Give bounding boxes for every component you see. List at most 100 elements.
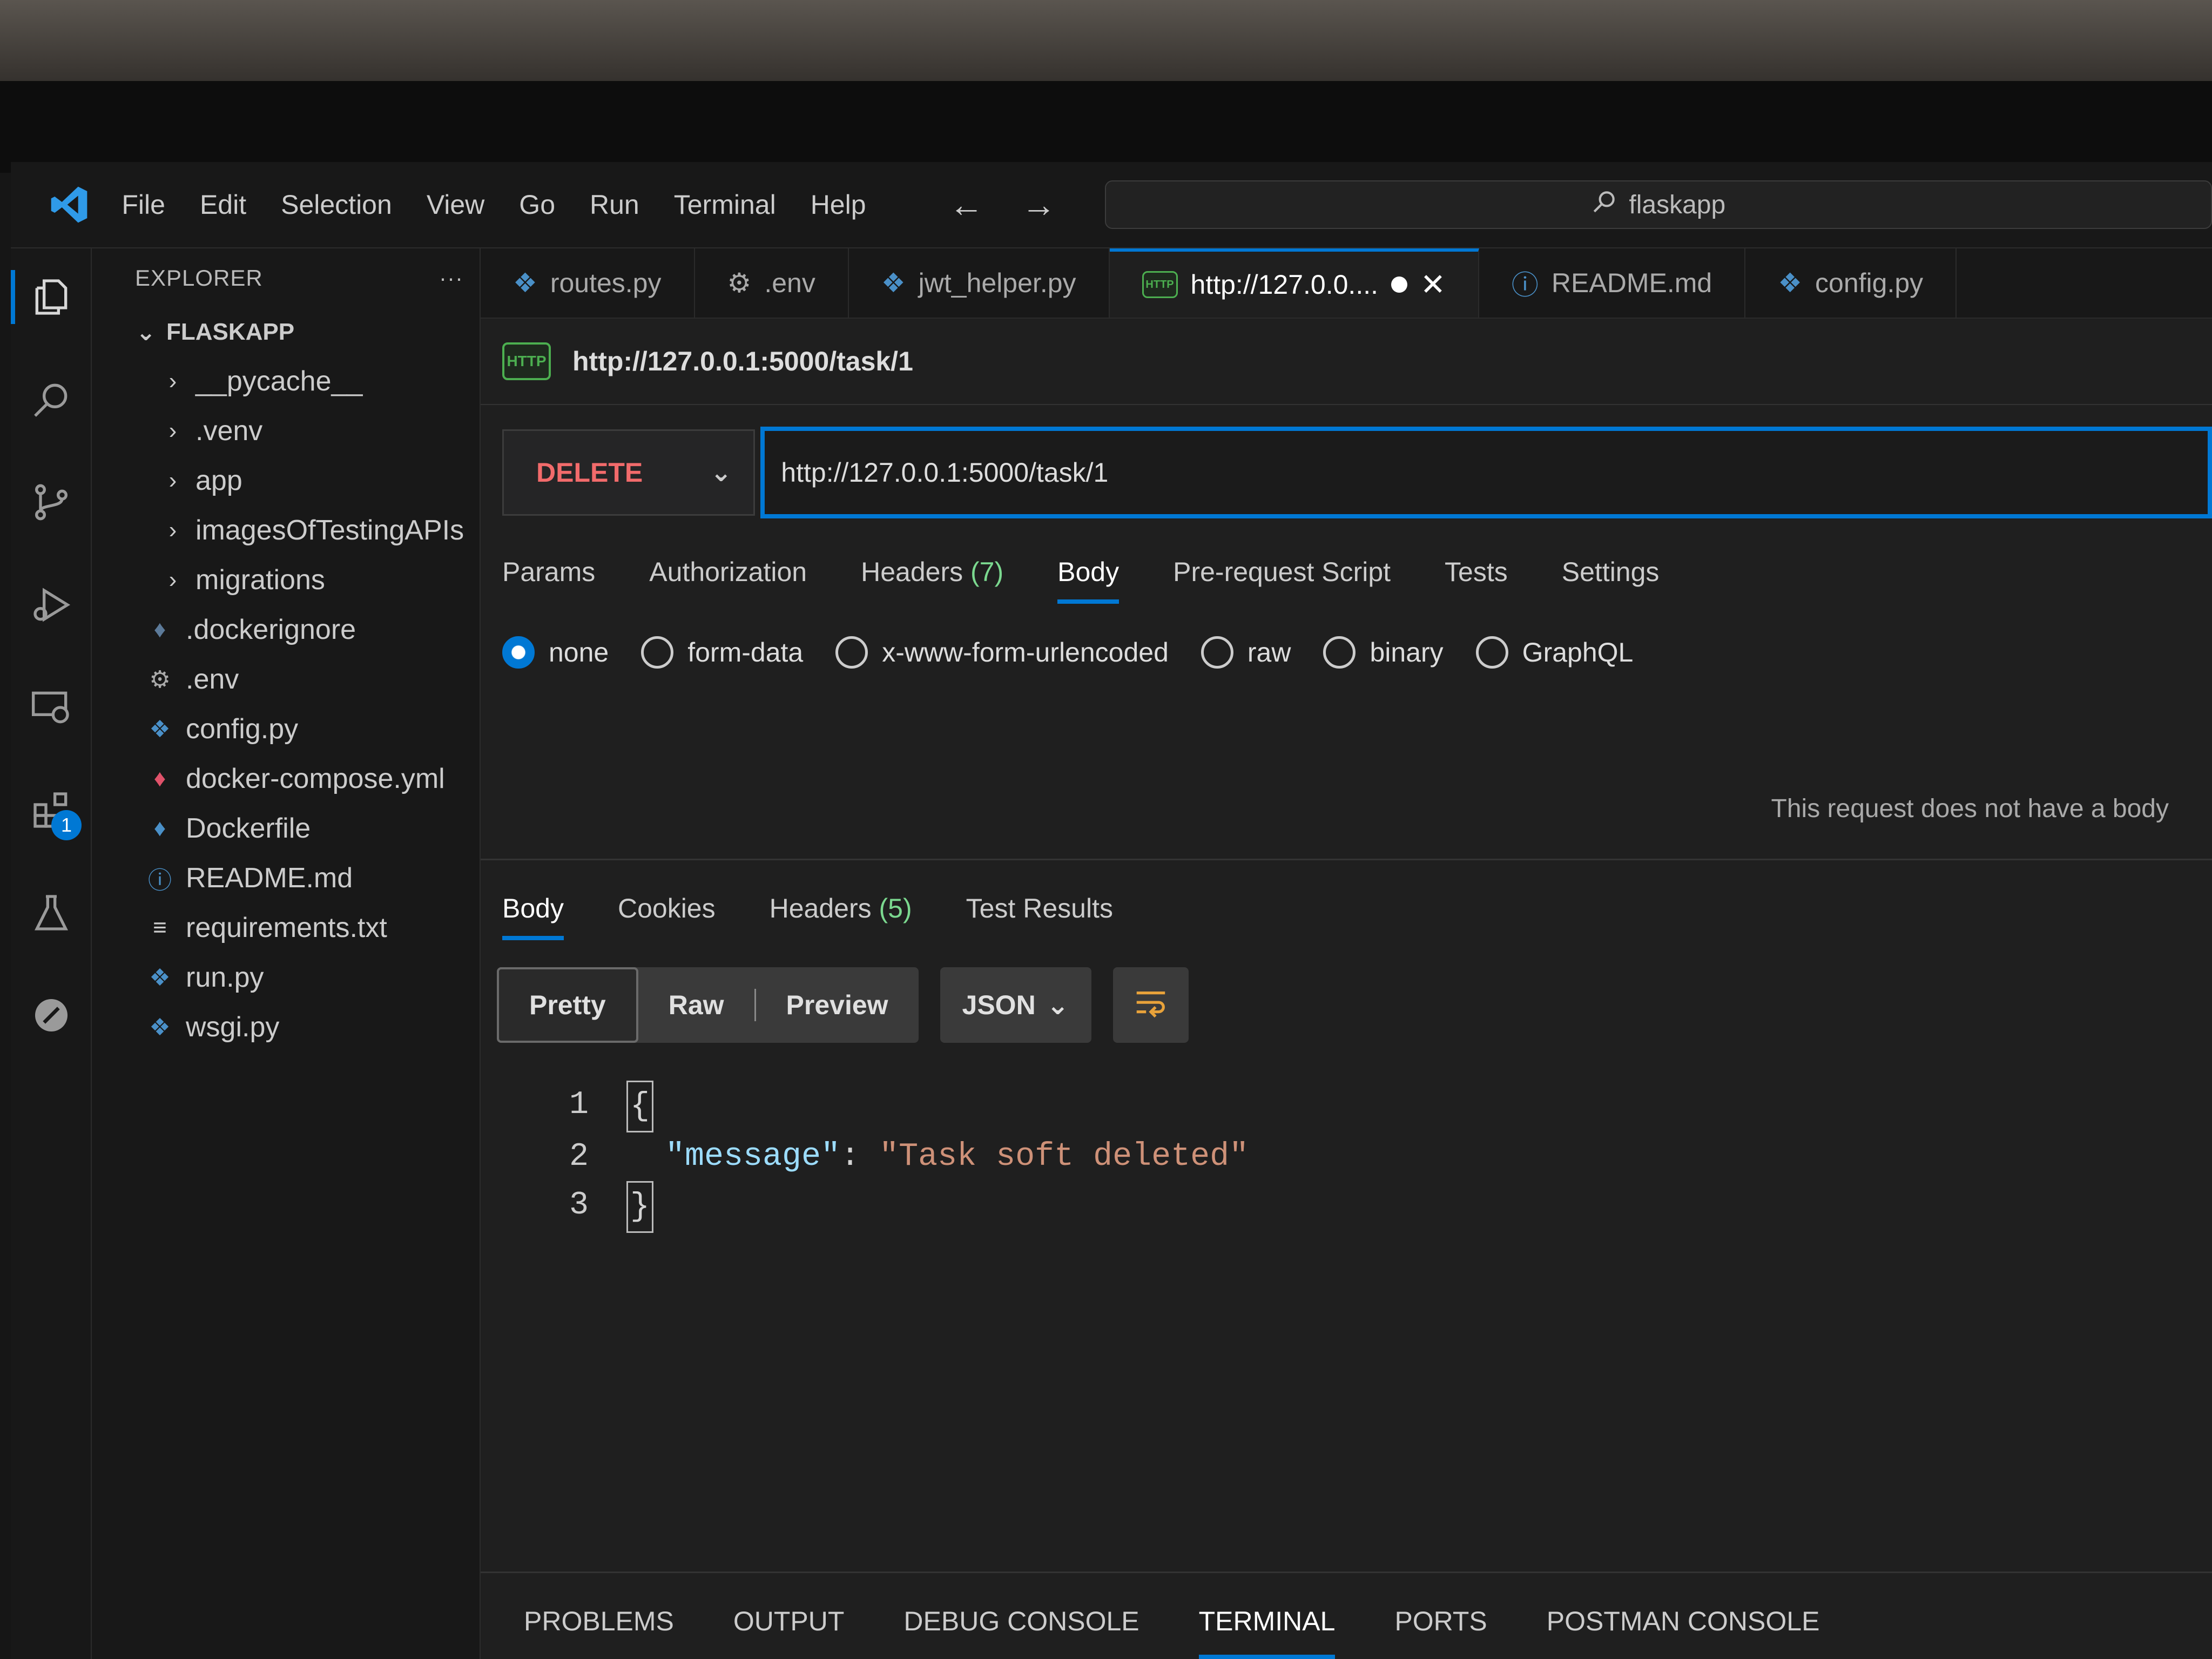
radio-label: none bbox=[549, 637, 609, 667]
chevron-right-icon: › bbox=[168, 567, 177, 593]
folder-pycache[interactable]: › __pycache__ bbox=[92, 356, 480, 406]
file-wsgi-py[interactable]: ❖ wsgi.py bbox=[92, 1002, 480, 1052]
testing-icon[interactable] bbox=[24, 886, 78, 940]
menu-selection[interactable]: Selection bbox=[281, 189, 392, 220]
response-headers-label: Headers bbox=[769, 893, 872, 923]
folder-images-of-testing-apis[interactable]: › imagesOfTestingAPIs bbox=[92, 505, 480, 555]
panel-tab-ports[interactable]: PORTS bbox=[1394, 1606, 1487, 1659]
url-input[interactable] bbox=[760, 427, 2212, 518]
postman-icon[interactable] bbox=[24, 988, 78, 1042]
menu-terminal[interactable]: Terminal bbox=[674, 189, 776, 220]
menu-help[interactable]: Help bbox=[811, 189, 866, 220]
response-tab-cookies[interactable]: Cookies bbox=[618, 893, 716, 940]
vscode-logo-icon bbox=[43, 178, 95, 232]
tab-label: README.md bbox=[1551, 268, 1712, 298]
tab-config-py[interactable]: ❖ config.py bbox=[1745, 248, 1957, 318]
panel-tab-output[interactable]: OUTPUT bbox=[733, 1606, 845, 1659]
view-preview-button[interactable]: Preview bbox=[756, 967, 919, 1043]
chevron-right-icon: › bbox=[168, 417, 177, 444]
menu-run[interactable]: Run bbox=[590, 189, 639, 220]
file-run-py[interactable]: ❖ run.py bbox=[92, 953, 480, 1002]
radio-none[interactable]: none bbox=[502, 636, 609, 669]
body-type-options: none form-data x-www-form-urlencoded raw… bbox=[481, 604, 2212, 669]
docker-compose-icon: ♦ bbox=[153, 765, 166, 792]
response-tab-test-results[interactable]: Test Results bbox=[966, 893, 1113, 940]
file-label: Dockerfile bbox=[186, 813, 311, 844]
file-dockerignore[interactable]: ♦ .dockerignore bbox=[92, 605, 480, 655]
response-tab-headers[interactable]: Headers (5) bbox=[770, 893, 912, 940]
panel-tab-terminal[interactable]: TERMINAL bbox=[1198, 1606, 1335, 1659]
workspace-root-folder[interactable]: ⌄ FLASKAPP bbox=[92, 308, 480, 356]
http-icon: HTTP bbox=[1142, 271, 1178, 298]
folder-venv[interactable]: › .venv bbox=[92, 406, 480, 456]
tab-label: http://127.0.0.... bbox=[1190, 269, 1378, 300]
file-config-py[interactable]: ❖ config.py bbox=[92, 704, 480, 754]
remote-explorer-icon[interactable] bbox=[24, 680, 78, 734]
more-actions-icon[interactable]: ··· bbox=[439, 265, 463, 291]
radio-x-www-form-urlencoded[interactable]: x-www-form-urlencoded bbox=[835, 636, 1169, 669]
format-select[interactable]: JSON ⌄ bbox=[940, 967, 1091, 1043]
search-icon[interactable] bbox=[24, 373, 78, 427]
forward-arrow-icon[interactable]: → bbox=[1022, 185, 1056, 225]
folder-migrations[interactable]: › migrations bbox=[92, 555, 480, 605]
editor-area: ❖ routes.py ⚙ .env ❖ jwt_helper.py HTTP … bbox=[481, 248, 2212, 1659]
tab-http-request[interactable]: HTTP http://127.0.0.... ✕ bbox=[1109, 248, 1479, 318]
search-icon bbox=[1591, 188, 1618, 221]
tab-jwt-helper-py[interactable]: ❖ jwt_helper.py bbox=[849, 248, 1110, 318]
menu-edit[interactable]: Edit bbox=[200, 189, 246, 220]
radio-raw[interactable]: raw bbox=[1201, 636, 1291, 669]
folder-app[interactable]: › app bbox=[92, 456, 480, 505]
file-readme[interactable]: ⓘ README.md bbox=[92, 853, 480, 903]
tab-authorization[interactable]: Authorization bbox=[649, 556, 807, 604]
radio-form-data[interactable]: form-data bbox=[641, 636, 803, 669]
file-docker-compose[interactable]: ♦ docker-compose.yml bbox=[92, 754, 480, 804]
explorer-title: EXPLORER bbox=[135, 265, 263, 291]
file-dockerfile[interactable]: ♦ Dockerfile bbox=[92, 804, 480, 853]
menu-file[interactable]: File bbox=[122, 189, 165, 220]
panel-tab-postman-console[interactable]: POSTMAN CONSOLE bbox=[1547, 1606, 1820, 1659]
folder-label: imagesOfTestingAPIs bbox=[195, 515, 464, 546]
response-json-viewer[interactable]: 1 { 2 "message": "Task soft deleted" 3 } bbox=[481, 1043, 2212, 1233]
folder-label: __pycache__ bbox=[195, 366, 363, 397]
file-requirements[interactable]: ≡ requirements.txt bbox=[92, 903, 480, 953]
word-wrap-button[interactable] bbox=[1112, 967, 1189, 1043]
radio-binary[interactable]: binary bbox=[1323, 636, 1444, 669]
view-raw-button[interactable]: Raw bbox=[638, 967, 754, 1043]
panel-tab-problems[interactable]: PROBLEMS bbox=[524, 1606, 674, 1659]
folder-label: app bbox=[195, 465, 242, 496]
json-colon: : bbox=[840, 1138, 880, 1175]
tab-readme[interactable]: ⓘ README.md bbox=[1479, 248, 1746, 318]
tab-headers[interactable]: Headers (7) bbox=[861, 556, 1003, 604]
radio-graphql[interactable]: GraphQL bbox=[1475, 636, 1633, 669]
tab-pre-request-script[interactable]: Pre-request Script bbox=[1173, 556, 1391, 604]
panel-tab-debug-console[interactable]: DEBUG CONSOLE bbox=[903, 1606, 1139, 1659]
radio-icon bbox=[1475, 636, 1508, 669]
extensions-icon[interactable]: 1 bbox=[24, 783, 82, 840]
response-tab-body[interactable]: Body bbox=[502, 893, 564, 940]
tab-env[interactable]: ⚙ .env bbox=[695, 248, 849, 318]
tab-settings[interactable]: Settings bbox=[1562, 556, 1660, 604]
back-arrow-icon[interactable]: ← bbox=[949, 185, 984, 225]
request-title[interactable]: http://127.0.0.1:5000/task/1 bbox=[572, 346, 913, 377]
menu-go[interactable]: Go bbox=[519, 189, 555, 220]
info-icon: ⓘ bbox=[1511, 270, 1539, 300]
file-env[interactable]: ⚙ .env bbox=[92, 655, 480, 704]
request-tabs: Params Authorization Headers (7) Body Pr… bbox=[481, 518, 2212, 604]
file-label: .env bbox=[186, 664, 239, 695]
tab-routes-py[interactable]: ❖ routes.py bbox=[481, 248, 695, 318]
tab-params[interactable]: Params bbox=[502, 556, 595, 604]
menu-view[interactable]: View bbox=[427, 189, 484, 220]
tab-body[interactable]: Body bbox=[1057, 556, 1119, 604]
source-control-icon[interactable] bbox=[24, 475, 78, 529]
run-debug-icon[interactable] bbox=[24, 578, 78, 632]
tab-tests[interactable]: Tests bbox=[1445, 556, 1508, 604]
close-icon[interactable]: ✕ bbox=[1420, 267, 1446, 302]
code-line: 1 { bbox=[551, 1081, 2212, 1132]
folder-label: .venv bbox=[195, 415, 263, 447]
method-select[interactable]: DELETE ⌄ bbox=[502, 429, 756, 516]
files-icon[interactable] bbox=[11, 270, 78, 324]
view-pretty-button[interactable]: Pretty bbox=[497, 967, 638, 1043]
bottom-panel-tabs: PROBLEMS OUTPUT DEBUG CONSOLE TERMINAL P… bbox=[481, 1572, 2212, 1659]
command-center-search[interactable]: flaskapp bbox=[1104, 180, 2212, 229]
view-mode-segmented: Pretty Raw Preview bbox=[497, 967, 919, 1043]
